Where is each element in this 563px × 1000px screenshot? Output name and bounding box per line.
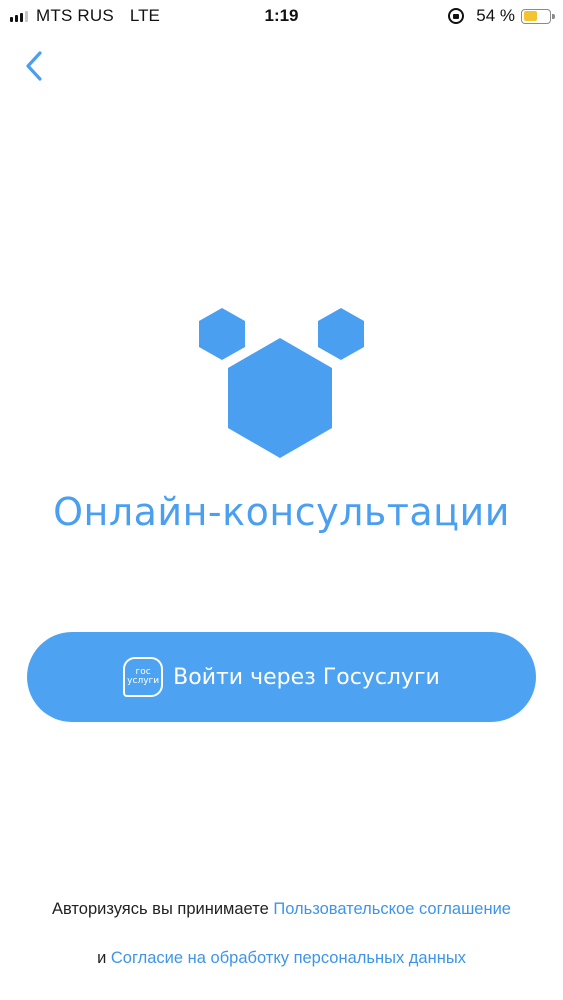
logo-hexagon-small-right <box>318 308 364 360</box>
app-logo <box>199 308 364 458</box>
orientation-lock-icon <box>448 8 465 24</box>
battery-percent: 54 % <box>476 6 515 25</box>
user-agreement-link[interactable]: Пользовательское соглашение <box>273 900 511 918</box>
gosuslugi-logo-icon: гос услуги <box>123 657 164 697</box>
login-screen: MTS RUS LTE 1:19 54 % Онлайн-консультаци… <box>0 0 563 1000</box>
legal-text-line-2: и Согласие на обработку персональных дан… <box>0 949 563 968</box>
status-right: 54 % <box>448 6 555 26</box>
battery-icon <box>521 8 555 24</box>
legal-text: Авторизуясь вы принимаете Пользовательск… <box>30 898 533 920</box>
gosuslugi-login-button[interactable]: гос услуги Войти через Госуслуги <box>27 632 536 722</box>
logo-hexagon-large <box>228 338 332 458</box>
app-title: Онлайн-консультации <box>53 490 510 534</box>
back-button[interactable] <box>14 46 54 86</box>
legal-prefix: Авторизуясь вы принимаете <box>52 900 274 918</box>
login-button-label: Войти через Госуслуги <box>173 664 440 690</box>
logo-hexagon-small-left <box>199 308 245 360</box>
status-bar: MTS RUS LTE 1:19 54 % <box>0 0 563 34</box>
badge-line-2: услуги <box>127 676 160 686</box>
chevron-left-icon <box>26 51 42 81</box>
personal-data-consent-link[interactable]: Согласие на обработку персональных данны… <box>111 949 466 967</box>
legal-conjunction: и <box>97 949 111 967</box>
